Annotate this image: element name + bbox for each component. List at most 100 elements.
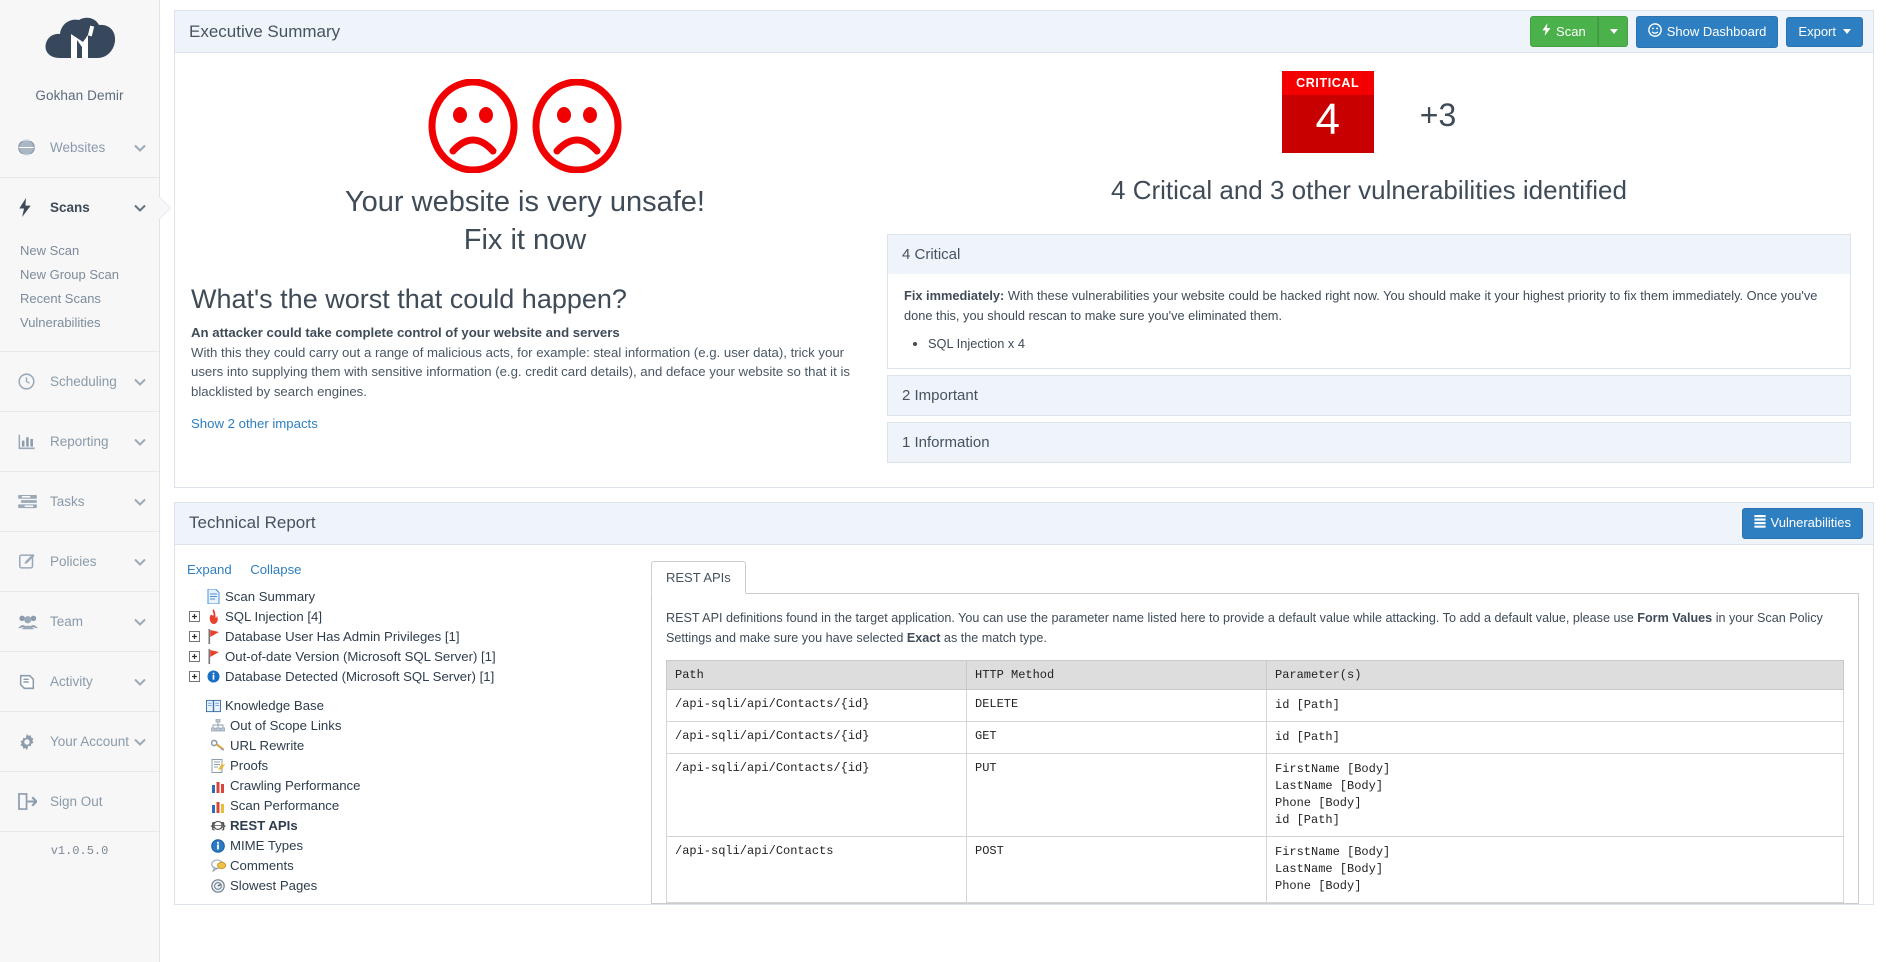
technical-report-title: Technical Report [189,513,1742,533]
sidebar-item-label: Reporting [44,434,134,449]
table-row: /api-sqli/api/Contacts/{id} GET id [Path… [667,721,1844,753]
param-item: id [Path] [1275,697,1835,714]
sidebar-item-scheduling[interactable]: Scheduling [0,351,159,411]
sidebar-subitem-vulnerabilities[interactable]: Vulnerabilities [20,311,159,335]
executive-left-column: Your website is very unsafe! Fix it now … [175,61,877,469]
tree-node-slowest-pages[interactable]: Slowest Pages [187,876,633,896]
sidebar-item-policies[interactable]: Policies [0,531,159,591]
rest-api-table: Path HTTP Method Parameter(s) /api-sqli/… [666,660,1844,903]
sidebar-item-label: Sign Out [44,794,146,809]
sidebar-item-label: Your Account [44,734,134,749]
sidebar-item-your-account[interactable]: Your Account [0,711,159,771]
sidebar-item-activity[interactable]: Activity [0,651,159,711]
cell-parameters: FirstName [Body] LastName [Body] Phone [… [1267,836,1844,902]
sad-face-icon [531,79,623,173]
scan-dropdown-toggle[interactable] [1598,16,1628,47]
sidebar-item-tasks[interactable]: Tasks [0,471,159,531]
sidebar-subitem-new-group-scan[interactable]: New Group Scan [20,263,159,287]
severity-summary: CRITICAL 4 +3 [887,61,1851,153]
accordion-item-information: 1 Information [887,422,1851,463]
sidebar-item-reporting[interactable]: Reporting [0,411,159,471]
accordion-item-critical: 4 Critical Fix immediately: With these v… [887,234,1851,368]
show-dashboard-button[interactable]: Show Dashboard [1636,16,1779,48]
tree-node-scan-performance[interactable]: Scan Performance [187,796,633,816]
sidebar-item-label: Scheduling [44,374,134,389]
tree-node-label: Database User Has Admin Privileges [1] [225,628,460,646]
sad-faces [191,61,859,183]
scan-button[interactable]: Scan [1530,16,1598,47]
vulnerabilities-button[interactable]: Vulnerabilities [1742,508,1863,539]
tab-rest-apis[interactable]: REST APIs [651,561,746,594]
lightning-icon [1542,23,1551,40]
headline-line-1: Your website is very unsafe! [191,183,859,221]
sidebar-item-team[interactable]: Team [0,591,159,651]
tree-node-label: Knowledge Base [225,697,324,715]
cloud-factory-logo-icon [42,14,118,76]
tree-node-db-admin-privileges[interactable]: Database User Has Admin Privileges [1] [187,627,633,647]
export-button-label: Export [1798,24,1836,40]
tree-node-rest-apis[interactable]: {} REST APIs [187,816,633,836]
expand-toggle-icon[interactable] [187,631,201,642]
tree-node-out-of-date-version[interactable]: Out-of-date Version (Microsoft SQL Serve… [187,647,633,667]
export-button[interactable]: Export [1786,17,1863,47]
tree-node-label: Comments [230,857,294,875]
param-item: Phone [Body] [1275,878,1835,895]
severity-count: 4 [1282,95,1374,153]
comment-bubble-icon [209,859,227,872]
expand-toggle-icon[interactable] [187,611,201,622]
sidebar-item-scans[interactable]: Scans [0,177,159,237]
chevron-down-icon [134,494,146,509]
tree-node-mime-types[interactable]: MIME Types [187,836,633,856]
bar-chart-icon [18,433,44,450]
tree-node-knowledge-base[interactable]: Knowledge Base [187,696,633,716]
show-other-impacts-link[interactable]: Show 2 other impacts [191,416,318,431]
app-root: Gokhan Demir Websites Scans New Scan Ne [0,0,1886,962]
sidebar-item-label: Scans [44,200,134,215]
tree-node-scan-summary[interactable]: Scan Summary [187,587,633,607]
sidebar: Gokhan Demir Websites Scans New Scan Ne [0,0,160,962]
table-row: /api-sqli/api/Contacts POST FirstName [B… [667,836,1844,902]
app-version: v1.0.5.0 [0,831,159,868]
chevron-down-icon [134,554,146,569]
accordion-body: Fix immediately: With these vulnerabilit… [888,274,1850,367]
tree-node-comments[interactable]: Comments [187,856,633,876]
report-tree: Expand Collapse Scan Summary [175,555,633,904]
cell-method: GET [967,721,1267,753]
tree-node-database-detected[interactable]: Database Detected (Microsoft SQL Server)… [187,667,633,687]
technical-report-panel: Technical Report Vulnerabilities Expand … [174,502,1874,905]
collapse-link[interactable]: Collapse [250,562,301,577]
expand-toggle-icon[interactable] [187,651,201,662]
sidebar-item-websites[interactable]: Websites [0,117,159,177]
tree-node-label: Proofs [230,757,268,775]
tree-node-label: Database Detected (Microsoft SQL Server)… [225,668,494,686]
sidebar-subitem-recent-scans[interactable]: Recent Scans [20,287,159,311]
document-icon [204,589,222,604]
team-people-icon [18,614,44,630]
tree-node-sql-injection[interactable]: SQL Injection [4] [187,607,633,627]
info-circle-icon [204,670,222,683]
stopwatch-icon [209,879,227,893]
tree-node-label: URL Rewrite [230,737,304,755]
worst-case-lead: An attacker could take complete control … [191,323,859,342]
tree-node-label: Crawling Performance [230,777,360,795]
tree-node-crawling-performance[interactable]: Crawling Performance [187,776,633,796]
accordion-header[interactable]: 2 Important [888,376,1850,415]
tree-node-label: REST APIs [230,817,298,835]
sidebar-item-sign-out[interactable]: Sign Out [0,771,159,831]
chevron-down-icon [134,674,146,689]
accordion-header[interactable]: 4 Critical [888,235,1850,274]
chevron-down-icon [134,140,146,155]
clock-icon [18,373,44,390]
param-item: LastName [Body] [1275,861,1835,878]
param-item: id [Path] [1275,729,1835,746]
expand-link[interactable]: Expand [187,562,232,577]
sidebar-subitem-new-scan[interactable]: New Scan [20,239,159,263]
cell-parameters: id [Path] [1267,689,1844,721]
table-row: /api-sqli/api/Contacts/{id} PUT FirstNam… [667,753,1844,836]
expand-toggle-icon[interactable] [187,671,201,682]
accordion-header[interactable]: 1 Information [888,423,1850,462]
tree-node-proofs[interactable]: Proofs [187,756,633,776]
tree-node-url-rewrite[interactable]: URL Rewrite [187,736,633,756]
brand-logo[interactable] [0,0,159,82]
tree-node-out-of-scope-links[interactable]: Out of Scope Links [187,716,633,736]
